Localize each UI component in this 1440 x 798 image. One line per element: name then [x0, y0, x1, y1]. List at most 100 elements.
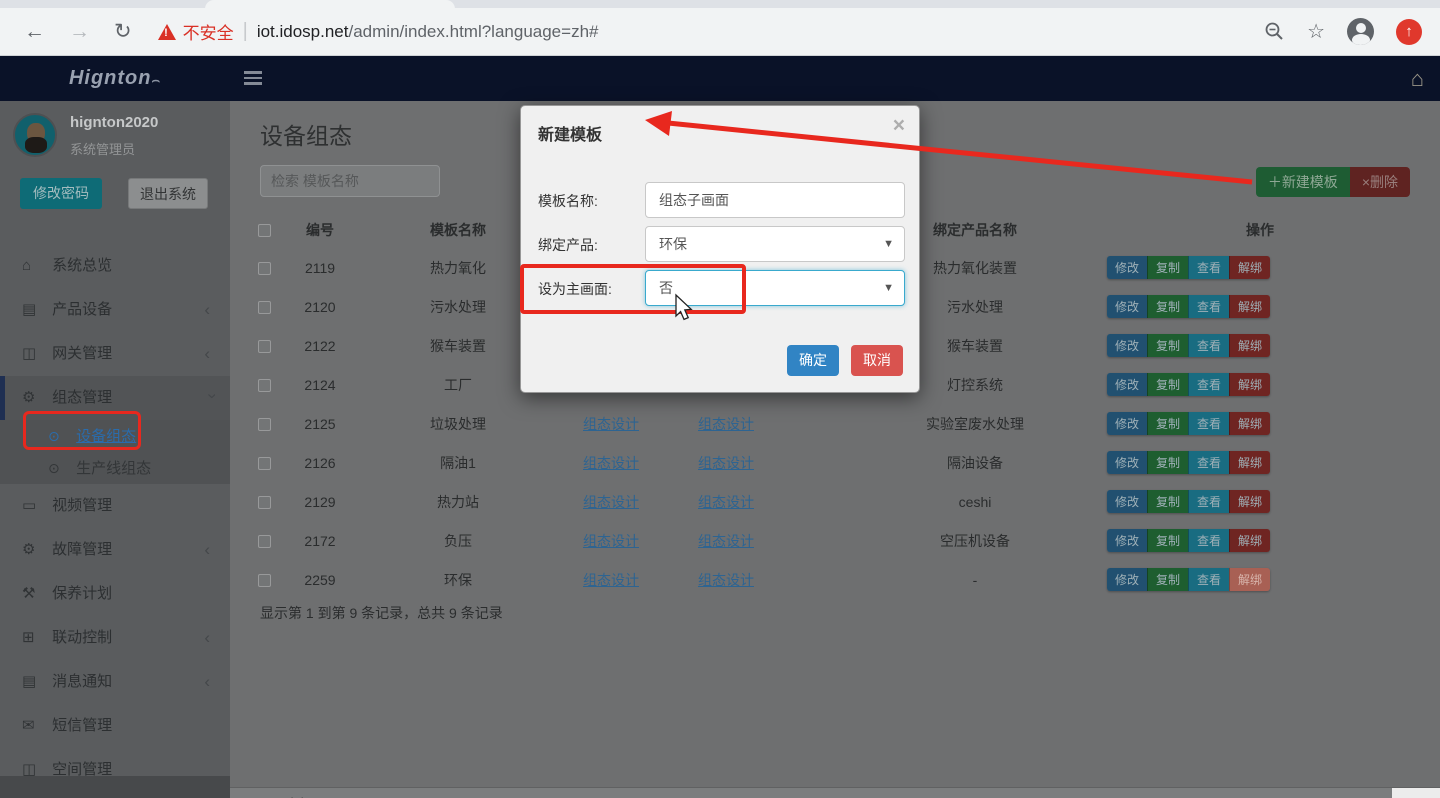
row-checkbox[interactable] — [258, 535, 271, 548]
url-host[interactable]: iot.idosp.net — [257, 22, 349, 42]
copy-button[interactable]: 复制 — [1147, 568, 1188, 591]
row-checkbox[interactable] — [258, 574, 271, 587]
sidebar-item-video-management[interactable]: ▭ 视频管理 — [0, 484, 230, 528]
unbind-button[interactable]: 解绑 — [1229, 295, 1270, 318]
config-design-link[interactable]: 组态设计 — [583, 416, 639, 432]
sidebar-item-sms-management[interactable]: ✉ 短信管理 — [0, 704, 230, 748]
unbind-button[interactable]: 解绑 — [1229, 334, 1270, 357]
config-design-link[interactable]: 组态设计 — [698, 572, 754, 588]
bookmark-star-icon[interactable]: ☆ — [1307, 19, 1325, 44]
unbind-button[interactable]: 解绑 — [1229, 490, 1270, 513]
cancel-button[interactable]: 取消 — [851, 345, 903, 376]
modify-button[interactable]: 修改 — [1107, 334, 1147, 357]
new-template-button[interactable]: ＋新建模板 — [1256, 167, 1350, 197]
sidebar-item-message-notification[interactable]: ▤ 消息通知 ‹ — [0, 660, 230, 704]
view-button[interactable]: 查看 — [1188, 529, 1229, 552]
logout-button[interactable]: 退出系统 — [128, 178, 208, 209]
view-button[interactable]: 查看 — [1188, 373, 1229, 396]
sidebar-item-product-device[interactable]: ▤ 产品设备 ‹ — [0, 288, 230, 332]
config-design-link[interactable]: 组态设计 — [583, 455, 639, 471]
sidebar-item-device-configuration[interactable]: ⊙ 设备组态 — [0, 420, 230, 452]
config-design-link[interactable]: 组态设计 — [583, 494, 639, 510]
row-checkbox[interactable] — [258, 496, 271, 509]
sidebar-item-linkage-control[interactable]: ⊞ 联动控制 ‹ — [0, 616, 230, 660]
delete-button[interactable]: ×删除 — [1350, 167, 1410, 197]
copy-button[interactable]: 复制 — [1147, 373, 1188, 396]
url-path[interactable]: /admin/index.html?language=zh# — [349, 22, 599, 42]
security-warning-label[interactable]: 不安全 — [183, 19, 234, 44]
chevron-left-icon: ‹ — [204, 616, 210, 660]
sidebar-item-configuration-management[interactable]: ⚙ 组态管理 ‹ — [0, 376, 230, 420]
config-design-link[interactable]: 组态设计 — [583, 572, 639, 588]
envelope-icon: ✉ — [22, 704, 48, 748]
back-icon[interactable]: ← — [24, 20, 45, 44]
home-icon[interactable]: ⌂ — [1411, 66, 1424, 92]
view-button[interactable]: 查看 — [1188, 256, 1229, 279]
row-checkbox[interactable] — [258, 262, 271, 275]
view-button[interactable]: 查看 — [1188, 334, 1229, 357]
confirm-button[interactable]: 确定 — [787, 345, 839, 376]
bind-product-select[interactable]: 环保 ▼ — [645, 226, 905, 262]
set-main-screen-label: 设为主画面: — [538, 279, 612, 299]
copy-button[interactable]: 复制 — [1147, 451, 1188, 474]
chevron-left-icon: ‹ — [204, 332, 210, 376]
modify-button[interactable]: 修改 — [1107, 451, 1147, 474]
modify-button[interactable]: 修改 — [1107, 529, 1147, 552]
sidebar-item-gateway-management[interactable]: ◫ 网关管理 ‹ — [0, 332, 230, 376]
unbind-button[interactable]: 解绑 — [1229, 412, 1270, 435]
browser-profile-icon[interactable] — [1347, 18, 1374, 45]
unbind-button[interactable]: 解绑 — [1229, 256, 1270, 279]
config-design-link[interactable]: 组态设计 — [698, 455, 754, 471]
unbind-button[interactable]: 解绑 — [1229, 529, 1270, 552]
copy-button[interactable]: 复制 — [1147, 490, 1188, 513]
view-button[interactable]: 查看 — [1188, 295, 1229, 318]
row-template-name: 隔油1 — [358, 453, 558, 473]
search-input[interactable] — [260, 165, 440, 197]
row-product: 隔油设备 — [850, 453, 1100, 473]
row-checkbox[interactable] — [258, 340, 271, 353]
config-design-link[interactable]: 组态设计 — [698, 416, 754, 432]
set-main-screen-select[interactable]: 否 ▼ — [645, 270, 905, 306]
view-button[interactable]: 查看 — [1188, 451, 1229, 474]
app-window: Hignton⌢ ⌂ hignton2020 系统管理员 修改密码 退出系统 ⌂… — [0, 56, 1440, 798]
config-design-link[interactable]: 组态设计 — [583, 533, 639, 549]
unbind-button[interactable]: 解绑 — [1229, 451, 1270, 474]
close-icon[interactable]: × — [893, 114, 905, 138]
sidebar-item-production-line-configuration[interactable]: ⊙ 生产线组态 — [0, 452, 230, 484]
modify-button[interactable]: 修改 — [1107, 295, 1147, 318]
modify-button[interactable]: 修改 — [1107, 568, 1147, 591]
row-checkbox[interactable] — [258, 457, 271, 470]
copy-button[interactable]: 复制 — [1147, 295, 1188, 318]
unbind-button[interactable]: 解绑 — [1229, 373, 1270, 396]
antelope-icon: ⌢ — [151, 72, 161, 87]
change-password-button[interactable]: 修改密码 — [20, 178, 102, 209]
copy-button[interactable]: 复制 — [1147, 256, 1188, 279]
modify-button[interactable]: 修改 — [1107, 490, 1147, 513]
modify-button[interactable]: 修改 — [1107, 256, 1147, 279]
config-design-link[interactable]: 组态设计 — [698, 533, 754, 549]
browser-update-icon[interactable]: ↑ — [1396, 19, 1422, 45]
row-checkbox[interactable] — [258, 418, 271, 431]
sidebar-item-maintenance-plan[interactable]: ⚒ 保养计划 — [0, 572, 230, 616]
copy-button[interactable]: 复制 — [1147, 529, 1188, 552]
row-template-name: 负压 — [358, 531, 558, 551]
sidebar-toggle-icon[interactable] — [244, 71, 262, 88]
select-all-checkbox[interactable] — [258, 224, 271, 237]
modify-button[interactable]: 修改 — [1107, 373, 1147, 396]
row-checkbox[interactable] — [258, 379, 271, 392]
reload-icon[interactable]: ↻ — [114, 19, 132, 44]
config-design-link[interactable]: 组态设计 — [698, 494, 754, 510]
view-button[interactable]: 查看 — [1188, 412, 1229, 435]
view-button[interactable]: 查看 — [1188, 490, 1229, 513]
copy-button[interactable]: 复制 — [1147, 412, 1188, 435]
template-name-input[interactable] — [645, 182, 905, 218]
modify-button[interactable]: 修改 — [1107, 412, 1147, 435]
sidebar-item-fault-management[interactable]: ⚙ 故障管理 ‹ — [0, 528, 230, 572]
row-checkbox[interactable] — [258, 301, 271, 314]
zoom-out-icon[interactable] — [1264, 21, 1285, 42]
sidebar-item-system-overview[interactable]: ⌂ 系统总览 — [0, 244, 230, 288]
forward-icon[interactable]: → — [69, 20, 90, 44]
view-button[interactable]: 查看 — [1188, 568, 1229, 591]
copy-button[interactable]: 复制 — [1147, 334, 1188, 357]
row-product: 空压机设备 — [850, 531, 1100, 551]
